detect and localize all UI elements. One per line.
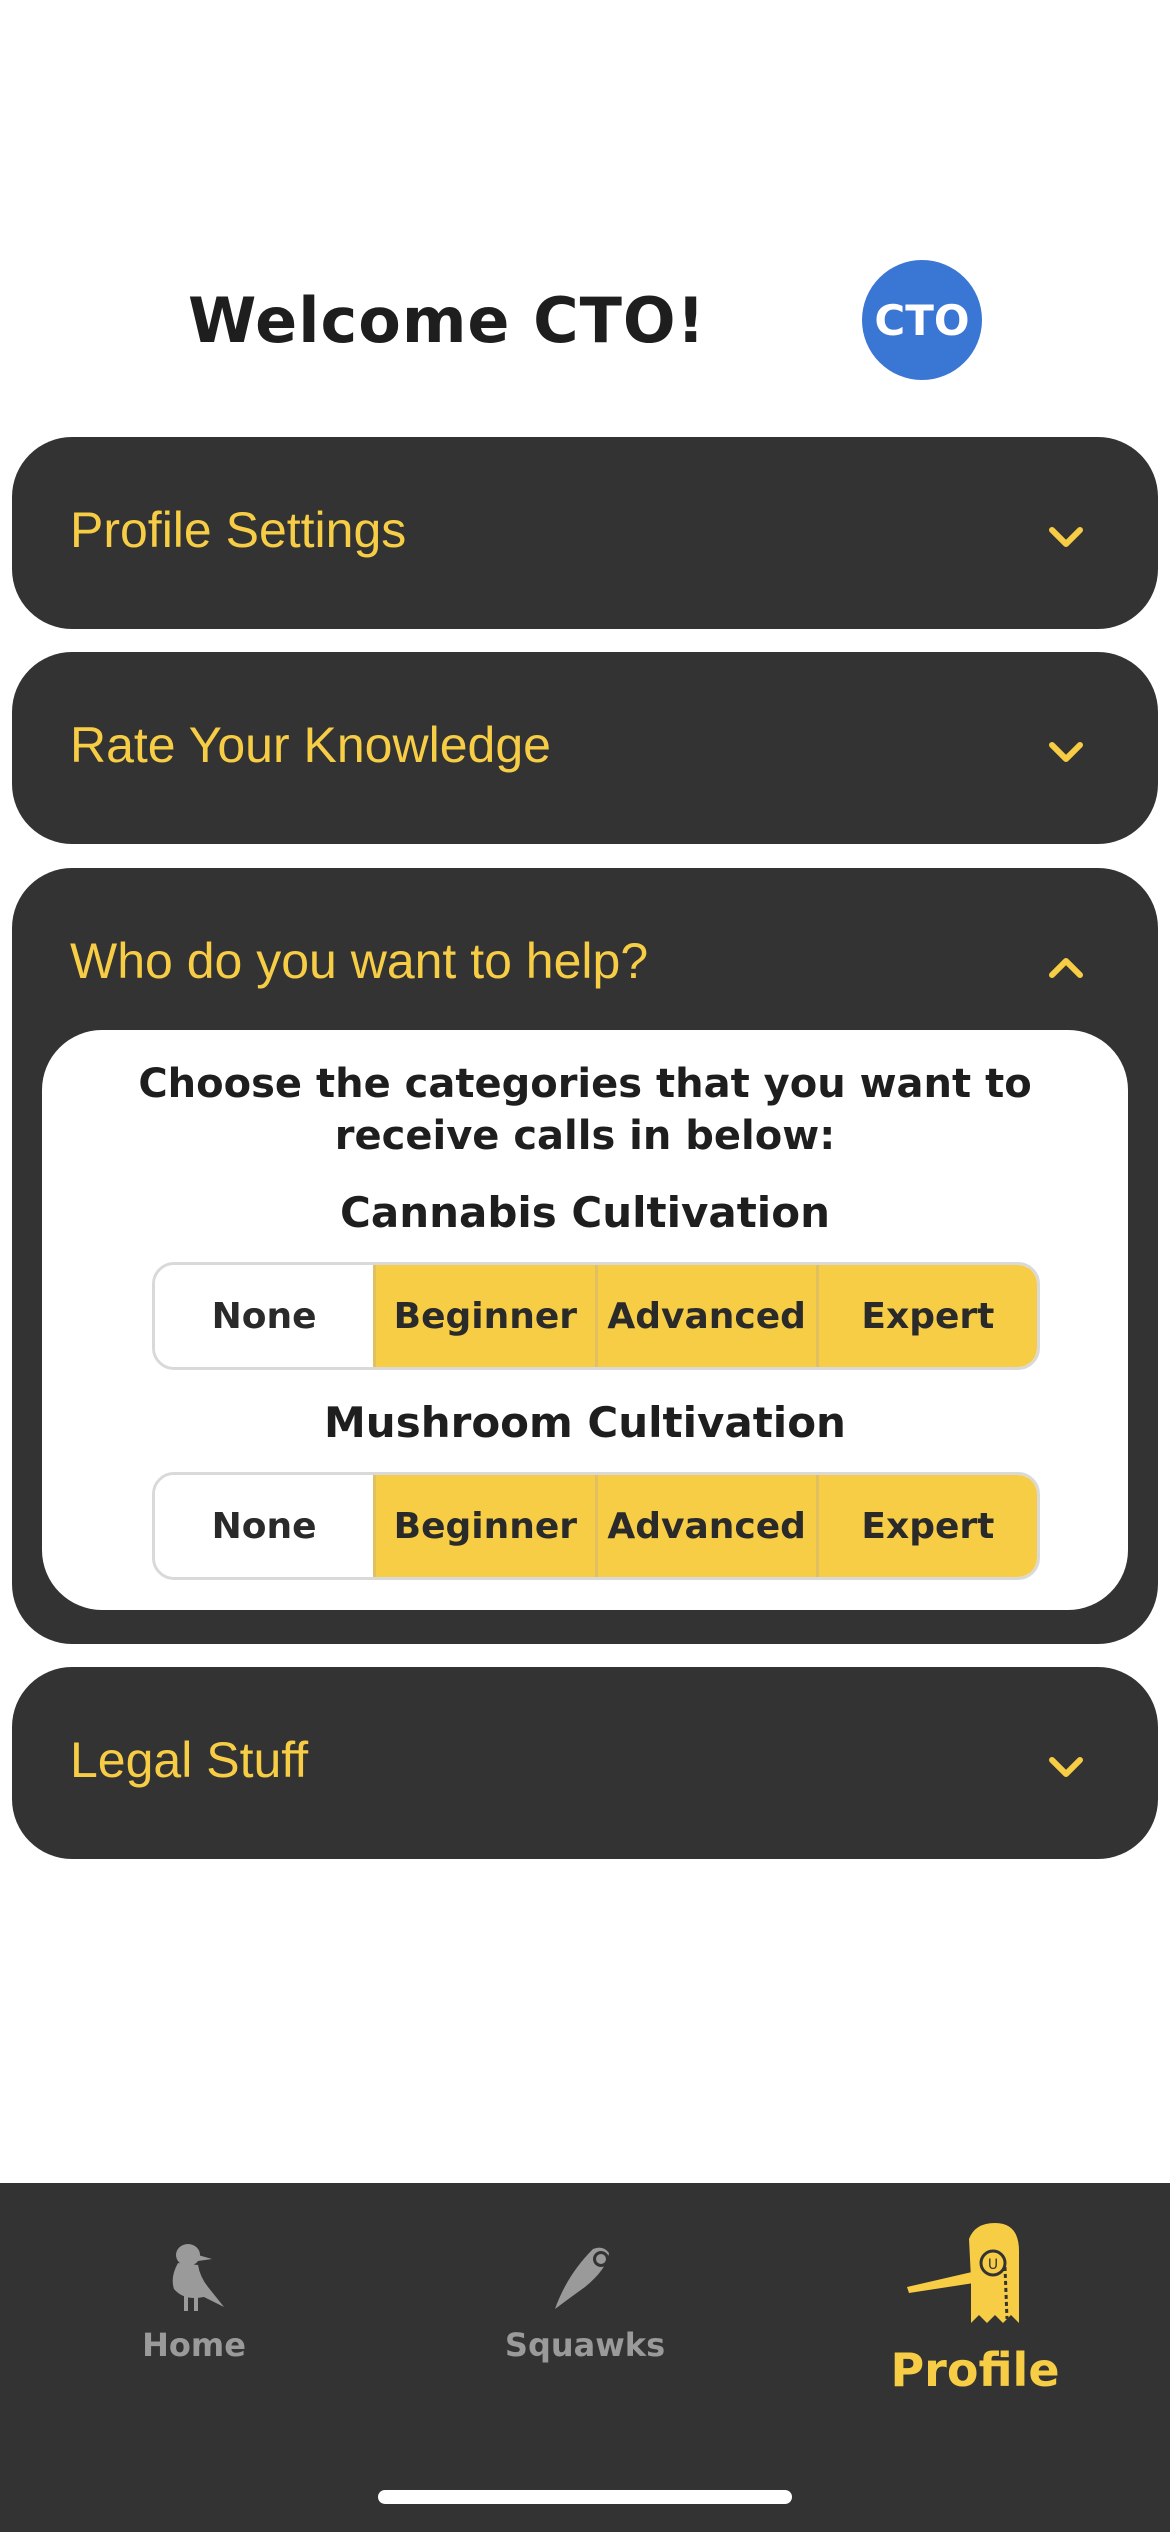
mushroom-level-selector: None Beginner Advanced Expert	[152, 1472, 1040, 1580]
svg-text:U: U	[988, 2257, 998, 2273]
tab-home[interactable]: Home	[44, 2183, 344, 2423]
chevron-down-icon[interactable]	[1046, 732, 1086, 772]
tab-profile[interactable]: U Profile	[825, 2183, 1125, 2423]
help-prompt-line2: receive calls in below:	[334, 1113, 836, 1159]
help-prompt: Choose the categories that you want to r…	[42, 1058, 1128, 1162]
cannabis-level-selector: None Beginner Advanced Expert	[152, 1262, 1040, 1370]
mushroom-option-none[interactable]: None	[155, 1475, 374, 1577]
tab-squawks[interactable]: Squawks	[435, 2183, 735, 2423]
chevron-down-icon[interactable]	[1046, 1747, 1086, 1787]
tab-label-squawks: Squawks	[504, 2326, 666, 2364]
feather-bird-icon	[555, 2247, 609, 2309]
profile-settings-panel[interactable]: Profile Settings	[12, 437, 1158, 629]
home-indicator[interactable]	[378, 2490, 792, 2504]
panel-title-help[interactable]: Who do you want to help?	[70, 932, 648, 990]
mushroom-option-advanced[interactable]: Advanced	[594, 1475, 816, 1577]
cannabis-option-expert[interactable]: Expert	[815, 1265, 1037, 1367]
help-categories-card: Choose the categories that you want to r…	[42, 1030, 1128, 1610]
category-title-mushroom: Mushroom Cultivation	[324, 1398, 846, 1447]
panel-title-legal: Legal Stuff	[70, 1732, 309, 1788]
cannabis-option-advanced[interactable]: Advanced	[594, 1265, 816, 1367]
chevron-up-icon[interactable]	[1046, 948, 1086, 988]
tab-label-profile: Profile	[890, 2343, 1060, 2397]
panel-title-rate-knowledge: Rate Your Knowledge	[70, 717, 551, 773]
rate-knowledge-panel[interactable]: Rate Your Knowledge	[12, 652, 1158, 844]
avatar[interactable]: CTO	[862, 260, 982, 380]
mushroom-option-beginner[interactable]: Beginner	[373, 1475, 595, 1577]
seagull-icon	[172, 2244, 224, 2311]
mushroom-option-expert[interactable]: Expert	[815, 1475, 1037, 1577]
help-prompt-line1: Choose the categories that you want to	[138, 1061, 1032, 1107]
cannabis-option-none[interactable]: None	[155, 1265, 374, 1367]
monocle-ghost-icon: U	[907, 2223, 1019, 2323]
welcome-header: Welcome CTO! CTO	[0, 250, 1170, 390]
tab-label-home: Home	[142, 2326, 246, 2364]
chevron-down-icon[interactable]	[1046, 517, 1086, 557]
page-title: Welcome CTO!	[188, 284, 706, 357]
cannabis-option-beginner[interactable]: Beginner	[373, 1265, 595, 1367]
panel-title-profile-settings: Profile Settings	[70, 502, 407, 558]
category-title-cannabis: Cannabis Cultivation	[340, 1188, 830, 1237]
help-panel: Who do you want to help? Choose the cate…	[12, 868, 1158, 1644]
legal-panel[interactable]: Legal Stuff	[12, 1667, 1158, 1859]
bottom-tab-bar: Home Squawks U Profile	[0, 2183, 1170, 2532]
